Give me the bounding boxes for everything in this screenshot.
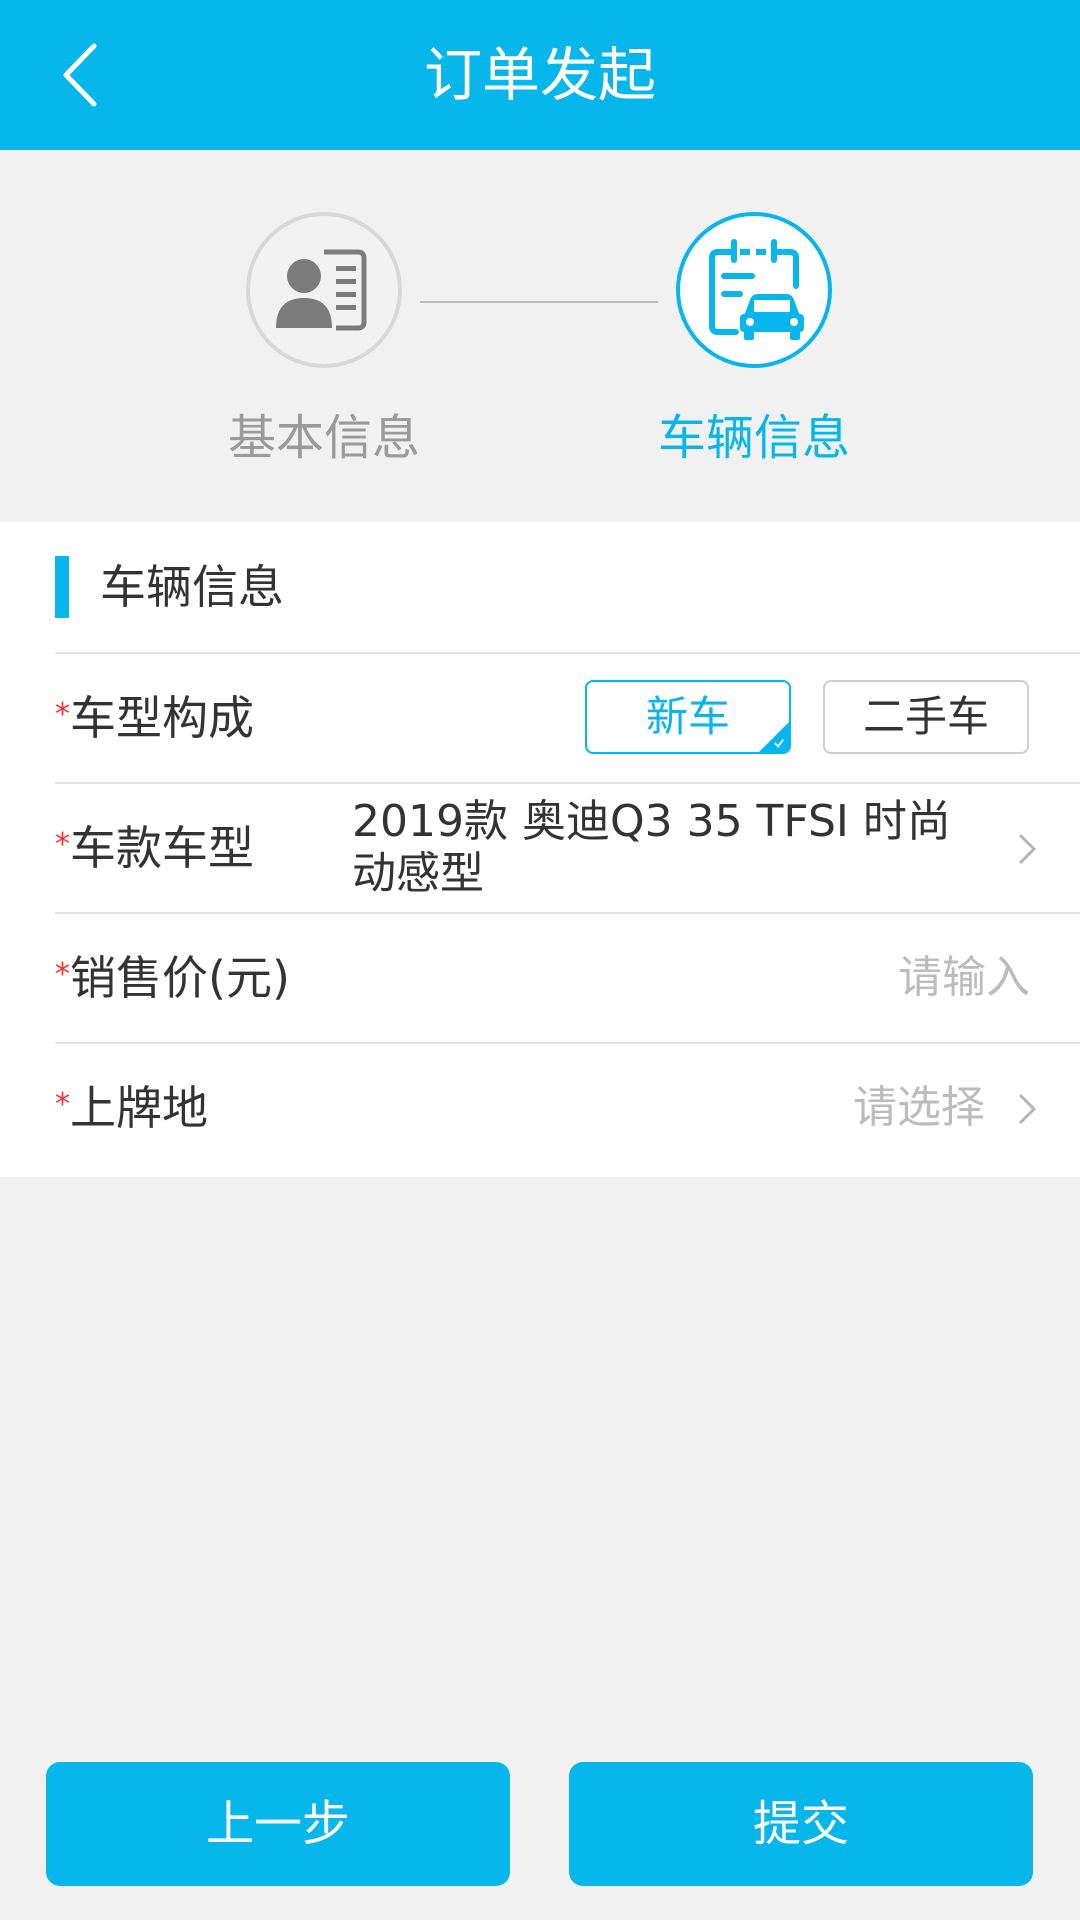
model-label-wrap: *车款车型 [55, 784, 254, 912]
used-car-label: 二手车 [862, 692, 989, 741]
required-mark: * [55, 957, 70, 992]
price-label: 销售价(元) [70, 951, 290, 1005]
new-car-option[interactable]: 新车 [585, 680, 791, 754]
id-card-icon [276, 249, 367, 331]
model-label: 车款车型 [70, 821, 254, 875]
required-mark: * [55, 1087, 70, 1122]
submit-button[interactable]: 提交 [569, 1762, 1033, 1886]
app-header: 订单发起 [0, 0, 1080, 150]
vehicle-document-icon [709, 239, 804, 340]
section-header: 车辆信息 [0, 522, 1080, 652]
car-type-label: 车型构成 [70, 691, 254, 745]
vehicle-info-card: 车辆信息 *车型构成 新车 二手车 *车款车型 2019款 奥迪Q3 35 TF… [0, 522, 1080, 1177]
location-label-wrap: *上牌地 [55, 1044, 208, 1172]
used-car-option[interactable]: 二手车 [823, 680, 1029, 754]
required-mark: * [55, 697, 70, 732]
price-input[interactable] [630, 914, 1030, 1042]
section-title: 车辆信息 [100, 560, 284, 614]
check-icon [774, 739, 784, 748]
section-accent-bar [55, 556, 69, 618]
step-vehicle-info[interactable] [676, 212, 832, 368]
required-mark: * [55, 827, 70, 862]
price-row: *销售价(元) [55, 912, 1080, 1042]
prev-step-button[interactable]: 上一步 [46, 1762, 510, 1886]
car-type-row: *车型构成 新车 二手车 [55, 652, 1080, 782]
new-car-label: 新车 [645, 692, 730, 741]
chevron-right-icon [1018, 1093, 1037, 1125]
step-basic-info[interactable] [246, 212, 402, 368]
page-title: 订单发起 [423, 41, 656, 109]
location-label: 上牌地 [70, 1081, 208, 1135]
location-select: 请选择 [853, 1082, 985, 1133]
step-basic-info-label: 基本信息 [227, 410, 420, 466]
model-row[interactable]: *车款车型 2019款 奥迪Q3 35 TFSI 时尚动感型 [55, 782, 1080, 912]
chevron-right-icon [1018, 833, 1037, 865]
location-row[interactable]: *上牌地 请选择 [55, 1042, 1080, 1177]
car-type-label-wrap: *车型构成 [55, 654, 254, 782]
step-connector [420, 301, 658, 303]
step-vehicle-info-label: 车辆信息 [657, 410, 850, 466]
price-label-wrap: *销售价(元) [55, 914, 290, 1042]
model-value: 2019款 奥迪Q3 35 TFSI 时尚动感型 [352, 796, 951, 899]
step-indicator: 基本信息 车辆信息 [0, 150, 1080, 522]
